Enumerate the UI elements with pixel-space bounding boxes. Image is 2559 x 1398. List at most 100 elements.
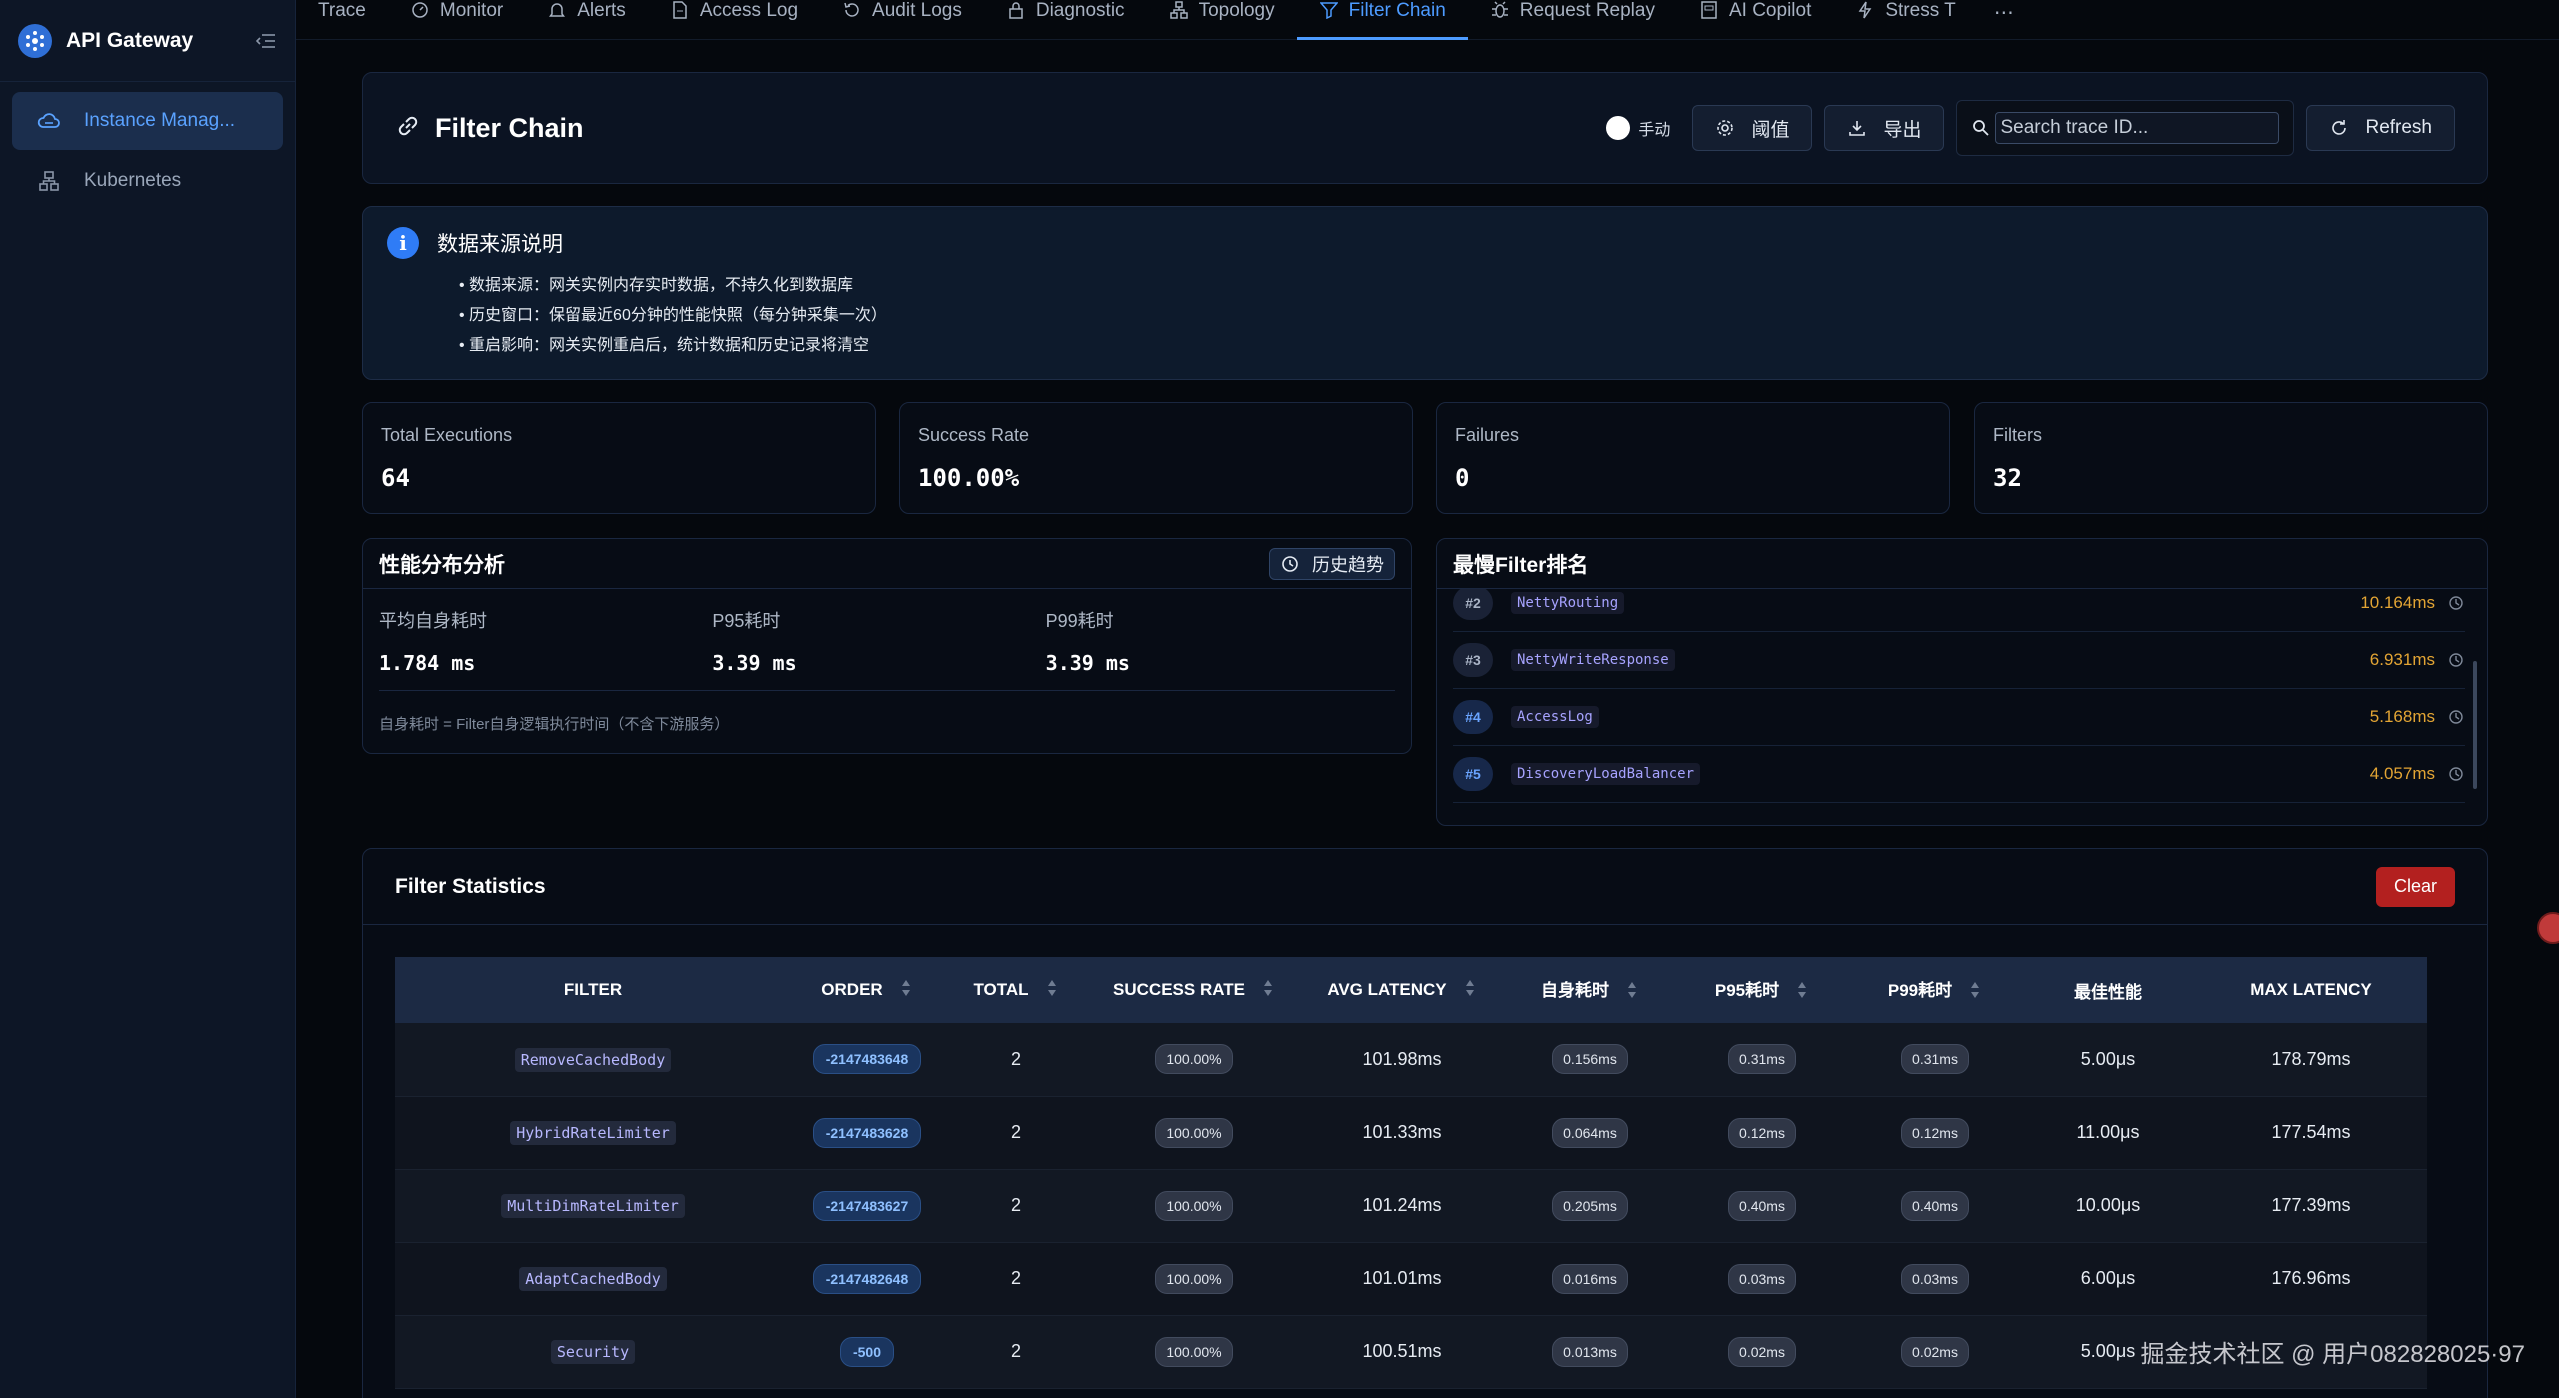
sort-icon[interactable] bbox=[1261, 979, 1275, 1002]
history-label: 历史趋势 bbox=[1312, 554, 1384, 575]
filter-name: Security bbox=[550, 1340, 636, 1364]
data-source-info: i 数据来源说明 数据来源：网关实例内存实时数据，不持久化到数据库 历史窗口：保… bbox=[362, 206, 2488, 380]
tab-trace[interactable]: Trace bbox=[296, 0, 388, 40]
tab-label: Alerts bbox=[577, 0, 626, 21]
tab-label: AI Copilot bbox=[1728, 0, 1812, 21]
table-row[interactable]: MultiDimRateLimiter -2147483627 2 100.00… bbox=[395, 1169, 2427, 1242]
bolt-icon bbox=[1855, 0, 1875, 20]
column-header-p95[interactable]: P95耗时 bbox=[1675, 957, 1849, 1023]
p99-badge: 0.40ms bbox=[1901, 1190, 1969, 1221]
list-item[interactable]: #5 DiscoveryLoadBalancer 4.057ms bbox=[1453, 746, 2465, 803]
order-badge: -2147483628 bbox=[812, 1117, 922, 1148]
metric-label: P95耗时 bbox=[712, 611, 781, 631]
sidebar-item-label: Kubernetes bbox=[84, 170, 182, 191]
column-header-total[interactable]: TOTAL bbox=[943, 957, 1089, 1023]
list-item[interactable]: #3 NettyWriteResponse 6.931ms bbox=[1453, 632, 2465, 689]
tab-filter-chain[interactable]: Filter Chain bbox=[1296, 0, 1468, 40]
threshold-label: 阈值 bbox=[1751, 119, 1790, 141]
column-header-max-latency[interactable]: MAX LATENCY bbox=[2195, 957, 2427, 1023]
clock-icon bbox=[2447, 651, 2465, 669]
manual-toggle[interactable]: 手动 bbox=[1606, 116, 1670, 140]
stat-value: 32 bbox=[1993, 464, 2022, 492]
table-row[interactable]: RemoveCachedBody -2147483648 2 100.00% 1… bbox=[395, 1023, 2427, 1096]
self-time-badge: 0.156ms bbox=[1552, 1044, 1628, 1075]
slowest-filter-ranking: 最慢Filter排名 #2 NettyRouting 10.164ms #3 N… bbox=[1436, 538, 2488, 826]
clock-icon bbox=[2447, 765, 2465, 783]
column-header-success-rate[interactable]: SUCCESS RATE bbox=[1089, 957, 1299, 1023]
column-header-best[interactable]: 最佳性能 bbox=[2021, 957, 2195, 1023]
sidebar-item-kubernetes[interactable]: Kubernetes bbox=[12, 152, 283, 210]
column-header-order[interactable]: ORDER bbox=[791, 957, 943, 1023]
tab-label: Monitor bbox=[439, 0, 504, 21]
sort-icon[interactable] bbox=[1795, 981, 1809, 1004]
column-header-self-time[interactable]: 自身耗时 bbox=[1505, 957, 1675, 1023]
order-badge: -2147483627 bbox=[812, 1190, 922, 1221]
avg-latency-cell: 101.33ms bbox=[1362, 1122, 1442, 1142]
file-icon bbox=[670, 0, 690, 20]
total-cell: 2 bbox=[1010, 1048, 1021, 1069]
best-cell: 10.00μs bbox=[2075, 1195, 2141, 1215]
tab-topology[interactable]: Topology bbox=[1147, 0, 1297, 40]
rank-badge: #2 bbox=[1453, 589, 1493, 620]
info-line: 数据来源：网关实例内存实时数据，不持久化到数据库 bbox=[459, 271, 2463, 301]
tab-audit-logs[interactable]: Audit Logs bbox=[820, 0, 984, 40]
success-badge: 100.00% bbox=[1155, 1117, 1233, 1148]
column-header-filter[interactable]: FILTER bbox=[395, 957, 791, 1023]
sort-icon[interactable] bbox=[1625, 981, 1639, 1004]
sidebar-item-instance-management[interactable]: Instance Manag... bbox=[12, 92, 283, 150]
table-row[interactable]: AdaptCachedBody -2147482648 2 100.00% 10… bbox=[395, 1242, 2427, 1315]
rank-badge: #3 bbox=[1453, 643, 1493, 677]
list-item[interactable]: #4 AccessLog 5.168ms bbox=[1453, 689, 2465, 746]
lock-icon bbox=[1006, 0, 1026, 20]
tab-request-replay[interactable]: Request Replay bbox=[1468, 0, 1677, 40]
metric-value: 1.784 ms bbox=[379, 651, 476, 675]
more-tabs-icon[interactable]: ⋯ bbox=[1978, 0, 2030, 40]
refresh-label: Refresh bbox=[2365, 117, 2432, 138]
tab-monitor[interactable]: Monitor bbox=[388, 0, 525, 40]
avg-latency-cell: 101.01ms bbox=[1362, 1268, 1442, 1288]
tab-diagnostic[interactable]: Diagnostic bbox=[984, 0, 1147, 40]
tab-stress-test[interactable]: Stress T bbox=[1833, 0, 1977, 40]
clock-icon bbox=[1280, 554, 1300, 574]
list-item[interactable]: #2 NettyRouting 10.164ms bbox=[1453, 589, 2465, 632]
table-row[interactable]: HybridRateLimiter -2147483628 2 100.00% … bbox=[395, 1096, 2427, 1169]
sort-icon[interactable] bbox=[1045, 979, 1059, 1002]
brand: API Gateway bbox=[0, 0, 295, 82]
best-cell: 6.00μs bbox=[2080, 1268, 2136, 1288]
tab-access-log[interactable]: Access Log bbox=[648, 0, 820, 40]
p95-badge: 0.02ms bbox=[1728, 1336, 1796, 1367]
gateway-logo-icon bbox=[18, 23, 52, 58]
toggle-knob bbox=[1606, 116, 1631, 140]
tab-label: Audit Logs bbox=[872, 0, 962, 21]
trace-search-input[interactable] bbox=[1995, 112, 2280, 144]
history-trend-button[interactable]: 历史趋势 bbox=[1269, 547, 1395, 580]
sort-icon[interactable] bbox=[1968, 981, 1982, 1004]
export-button[interactable]: 导出 bbox=[1824, 105, 1945, 151]
stat-card-success-rate: Success Rate 100.00% bbox=[899, 402, 1413, 514]
column-header-avg-latency[interactable]: AVG LATENCY bbox=[1299, 957, 1505, 1023]
info-line: 历史窗口：保留最近60分钟的性能快照（每分钟采集一次） bbox=[459, 301, 2463, 331]
slow-list[interactable]: #2 NettyRouting 10.164ms #3 NettyWriteRe… bbox=[1437, 589, 2487, 825]
menu-collapse-icon[interactable] bbox=[255, 30, 277, 52]
panel-title: 最慢Filter排名 bbox=[1453, 553, 1589, 577]
sort-icon[interactable] bbox=[899, 979, 913, 1002]
max-latency-cell: 178.79ms bbox=[2271, 1048, 2351, 1069]
table-row[interactable]: Security -500 2 100.00% 100.51ms 0.013ms… bbox=[395, 1315, 2427, 1388]
refresh-button[interactable]: Refresh bbox=[2306, 105, 2455, 151]
panel-title: 性能分布分析 bbox=[379, 553, 505, 577]
column-header-p99[interactable]: P99耗时 bbox=[1849, 957, 2021, 1023]
stat-value: 64 bbox=[381, 464, 410, 492]
threshold-button[interactable]: 阈值 bbox=[1692, 105, 1813, 151]
rank-badge: #4 bbox=[1453, 700, 1493, 734]
sort-icon[interactable] bbox=[1463, 979, 1477, 1002]
total-cell: 2 bbox=[1010, 1341, 1021, 1361]
scrollbar[interactable] bbox=[2473, 661, 2477, 789]
tab-ai-copilot[interactable]: AI Copilot bbox=[1677, 0, 1833, 40]
clear-button[interactable]: Clear bbox=[2375, 866, 2455, 907]
tab-alerts[interactable]: Alerts bbox=[525, 0, 648, 40]
latency-value: 6.931ms bbox=[2369, 650, 2435, 669]
bell-icon bbox=[547, 0, 567, 20]
floating-action-button[interactable] bbox=[2537, 912, 2559, 944]
gear-icon bbox=[1715, 118, 1735, 138]
p99-badge: 0.12ms bbox=[1901, 1117, 1969, 1148]
